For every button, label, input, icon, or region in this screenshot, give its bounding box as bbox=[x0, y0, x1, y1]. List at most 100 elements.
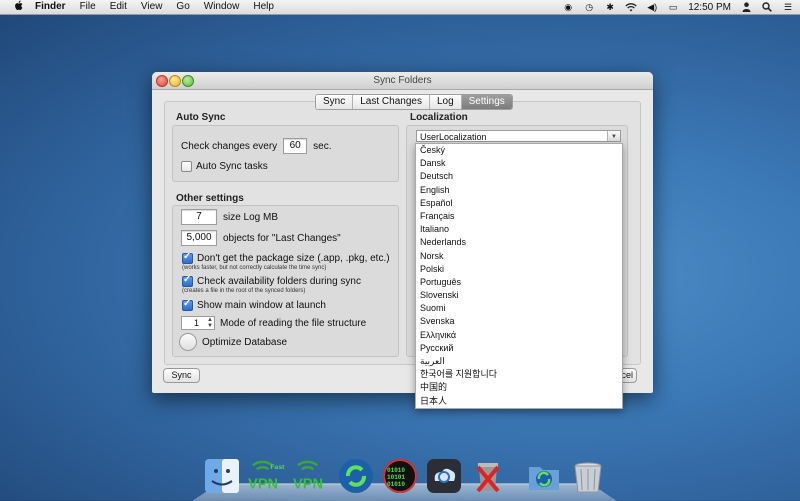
menu-window[interactable]: Window bbox=[197, 0, 247, 14]
check-changes-unit: sec. bbox=[313, 140, 332, 152]
menu-file[interactable]: File bbox=[73, 0, 103, 14]
availability-checkbox[interactable] bbox=[182, 274, 193, 287]
cloud-sync-icon[interactable] bbox=[425, 456, 463, 495]
menu-go[interactable]: Go bbox=[169, 0, 196, 14]
objects-count-label: objects for "Last Changes" bbox=[223, 232, 341, 244]
list-item[interactable]: 中国的 bbox=[416, 381, 622, 394]
objects-count-field[interactable]: 5,000 bbox=[181, 230, 217, 246]
list-item[interactable]: Italiano bbox=[416, 223, 622, 236]
menu-view[interactable]: View bbox=[134, 0, 170, 14]
list-item[interactable]: Dansk bbox=[416, 157, 622, 170]
list-item[interactable]: Nederlands bbox=[416, 236, 622, 249]
svg-text:01010: 01010 bbox=[387, 467, 405, 474]
list-item[interactable]: Polski bbox=[416, 263, 622, 276]
check-interval-field[interactable]: 60 bbox=[283, 138, 308, 154]
auto-sync-tasks-row[interactable]: Auto Sync tasks bbox=[181, 161, 268, 172]
optimize-database-label: Optimize Database bbox=[202, 336, 288, 348]
list-item[interactable]: Português bbox=[416, 276, 622, 289]
battery-icon[interactable]: ▭ bbox=[667, 2, 679, 13]
list-item[interactable]: English bbox=[416, 184, 622, 197]
mode-label: Mode of reading the file structure bbox=[220, 317, 367, 329]
window-titlebar[interactable]: Sync Folders bbox=[152, 72, 653, 90]
show-main-window-checkbox[interactable] bbox=[182, 298, 193, 311]
mode-stepper[interactable]: 1 ▲ ▼ bbox=[181, 316, 215, 330]
binary-sync-icon[interactable]: 01010 10101 01010 bbox=[381, 456, 419, 495]
menu-help[interactable]: Help bbox=[246, 0, 281, 14]
objects-row: 5,000 objects for "Last Changes" bbox=[181, 230, 341, 246]
dock: Fast VPN VPN 01010 10101 01010 bbox=[200, 450, 610, 495]
bluetooth-icon[interactable]: ✱ bbox=[604, 2, 616, 13]
notification-center-icon[interactable]: ☰ bbox=[782, 2, 794, 13]
list-item[interactable]: Slovenski bbox=[416, 289, 622, 302]
window-title: Sync Folders bbox=[373, 75, 432, 86]
localization-heading: Localization bbox=[410, 112, 468, 123]
optimize-row: Optimize Database bbox=[179, 333, 287, 351]
zoom-window-button[interactable] bbox=[182, 75, 194, 87]
wifi-icon[interactable] bbox=[625, 2, 637, 13]
svg-text:01010: 01010 bbox=[387, 481, 405, 488]
log-size-label: size Log MB bbox=[223, 211, 279, 223]
svg-text:10101: 10101 bbox=[387, 474, 405, 481]
list-item[interactable]: 한국어를 지원합니다 bbox=[416, 368, 622, 381]
list-item[interactable]: Svenska bbox=[416, 315, 622, 328]
show-main-window-label: Show main window at launch bbox=[197, 300, 326, 311]
optimize-database-button[interactable] bbox=[179, 333, 197, 351]
sync-app-icon[interactable] bbox=[337, 456, 375, 495]
availability-row[interactable]: Check availability folders during sync bbox=[182, 274, 361, 287]
list-item[interactable]: Español bbox=[416, 197, 622, 210]
minimize-window-button[interactable] bbox=[169, 75, 181, 87]
fast-vpn-icon[interactable]: Fast VPN bbox=[247, 456, 286, 495]
tab-log[interactable]: Log bbox=[429, 95, 462, 109]
list-item[interactable]: Français bbox=[416, 210, 622, 223]
finder-icon[interactable] bbox=[203, 456, 241, 495]
trash-icon[interactable] bbox=[569, 456, 607, 495]
auto-sync-heading: Auto Sync bbox=[176, 112, 226, 123]
tab-last-changes[interactable]: Last Changes bbox=[353, 95, 430, 109]
vpn-icon[interactable]: VPN bbox=[292, 456, 331, 495]
apple-menu-icon[interactable] bbox=[8, 0, 28, 14]
list-item[interactable]: Deutsch bbox=[416, 170, 622, 183]
menu-finder[interactable]: Finder bbox=[28, 0, 73, 14]
log-size-field[interactable]: 7 bbox=[181, 209, 217, 225]
mode-value: 1 bbox=[194, 318, 200, 328]
list-item[interactable]: Suomi bbox=[416, 302, 622, 315]
vpn-small-label: Fast bbox=[270, 464, 285, 471]
user-icon[interactable] bbox=[740, 1, 752, 13]
chevron-down-icon[interactable]: ▼ bbox=[607, 131, 620, 141]
spotlight-search-icon[interactable] bbox=[761, 1, 773, 13]
remove-app-icon[interactable] bbox=[469, 456, 507, 495]
sync-status-icon[interactable]: ◉ bbox=[562, 2, 574, 13]
stepper-arrows-icon[interactable]: ▲ ▼ bbox=[207, 317, 213, 329]
list-item[interactable]: العربية bbox=[416, 355, 622, 368]
clock[interactable]: 12:50 PM bbox=[688, 2, 731, 13]
localization-select[interactable]: UserLocalization ▼ bbox=[416, 130, 621, 142]
other-settings-heading: Other settings bbox=[176, 193, 244, 204]
list-item[interactable]: Ελληνικά bbox=[416, 329, 622, 342]
show-main-window-row[interactable]: Show main window at launch bbox=[182, 298, 326, 311]
tab-bar: Sync Last Changes Log Settings bbox=[315, 94, 513, 110]
volume-icon[interactable]: ◀) bbox=[646, 2, 658, 13]
sync-button[interactable]: Sync bbox=[163, 368, 200, 383]
vpn-label-1: VPN bbox=[248, 476, 278, 492]
status-area: ◉ ◷ ✱ ◀) ▭ 12:50 PM ☰ bbox=[562, 0, 794, 14]
sync-folder-icon[interactable] bbox=[525, 456, 563, 495]
menu-bar: Finder File Edit View Go Window Help ◉ ◷… bbox=[0, 0, 800, 15]
auto-sync-tasks-checkbox[interactable] bbox=[181, 161, 192, 172]
tab-settings[interactable]: Settings bbox=[461, 95, 512, 109]
vpn-label-2: VPN bbox=[293, 476, 323, 492]
package-size-checkbox[interactable] bbox=[182, 251, 193, 264]
list-item[interactable]: Český bbox=[416, 144, 622, 157]
tab-sync[interactable]: Sync bbox=[316, 95, 354, 109]
list-item[interactable]: Norsk bbox=[416, 250, 622, 263]
menu-edit[interactable]: Edit bbox=[103, 0, 134, 14]
check-changes-row: Check changes every 60 sec. bbox=[181, 138, 332, 154]
localization-dropdown-list: Český Dansk Deutsch English Español Fran… bbox=[415, 143, 623, 409]
list-item[interactable]: Русский bbox=[416, 342, 622, 355]
close-window-button[interactable] bbox=[156, 75, 168, 87]
mode-row: 1 ▲ ▼ Mode of reading the file structure bbox=[181, 316, 366, 330]
package-size-row[interactable]: Don't get the package size (.app, .pkg, … bbox=[182, 251, 390, 264]
list-item[interactable]: 日本人 bbox=[416, 395, 622, 408]
availability-note: (creates a file in the root of the synce… bbox=[182, 288, 306, 294]
time-machine-icon[interactable]: ◷ bbox=[583, 2, 595, 13]
localization-selected: UserLocalization bbox=[420, 132, 487, 142]
